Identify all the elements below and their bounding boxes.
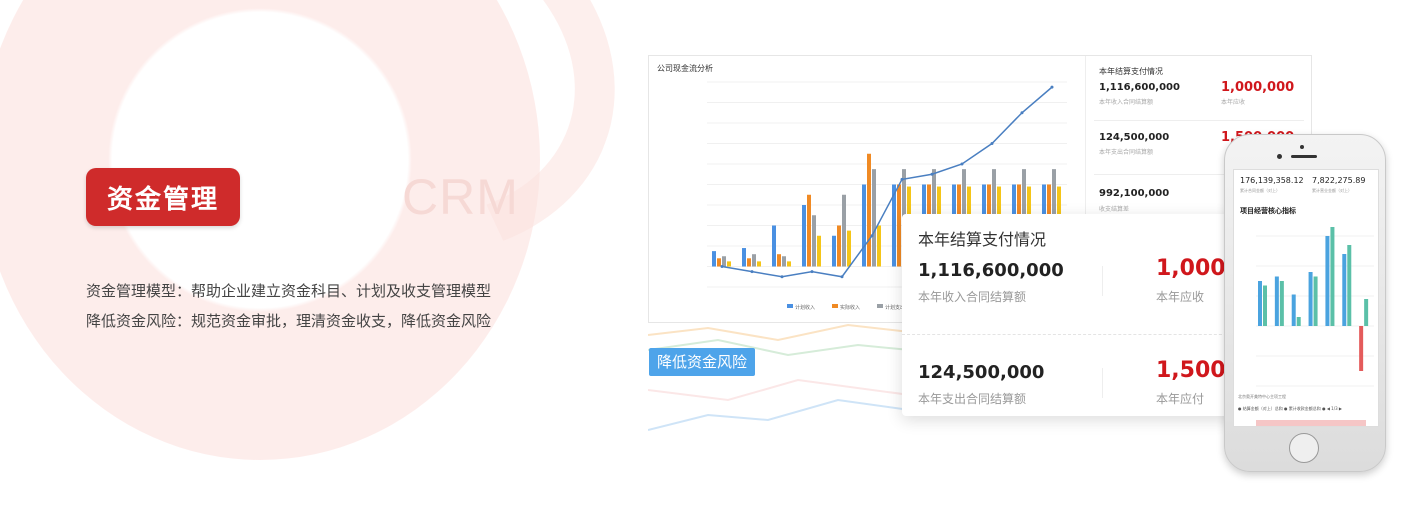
bar-计划支出 bbox=[722, 256, 726, 267]
stat-diff-label: 收支结算差 bbox=[1099, 206, 1130, 213]
phone-contract-value: 176,139,358.12 bbox=[1240, 176, 1304, 185]
phone-bar-结算金额（对上）总和 bbox=[1308, 272, 1313, 326]
legend-swatch bbox=[877, 304, 883, 308]
trend-point bbox=[810, 270, 814, 274]
legend-swatch bbox=[787, 304, 793, 308]
stat-expense-value: 124,500,000 bbox=[1099, 132, 1170, 143]
legend-label: 实际收入 bbox=[840, 304, 860, 311]
phone-chart bbox=[1256, 227, 1374, 387]
stat-diff-value: 992,100,000 bbox=[1099, 188, 1170, 199]
stat-income-value: 1,116,600,000 bbox=[1099, 82, 1180, 93]
phone-business-value: 7,822,275.89 bbox=[1312, 176, 1366, 185]
phone-chart-legend[interactable]: ● 结算金额（对上）总和 ● 累计收款金额总和 ● ◀ 1/3 ▶ bbox=[1238, 406, 1342, 412]
trend-point bbox=[780, 275, 784, 279]
phone-bar-累计收款金额总和 bbox=[1364, 299, 1369, 326]
bar-计划支出 bbox=[872, 169, 876, 267]
trend-point bbox=[900, 177, 904, 181]
phone-bar-结算金额（对上）总和 bbox=[1325, 236, 1330, 326]
bar-计划收入 bbox=[832, 235, 836, 267]
phone-bar-累计收款金额总和 bbox=[1279, 281, 1284, 326]
card-income-label: 本年收入合同结算额 bbox=[918, 290, 1027, 304]
bar-计划支出 bbox=[812, 215, 816, 267]
settlement-title: 本年结算支付情况 bbox=[1099, 67, 1163, 76]
phone-chart-caption: 北京奥开美特中心主项工程 bbox=[1238, 394, 1286, 399]
bar-实际收入 bbox=[777, 254, 781, 267]
phone-sensor-icon bbox=[1277, 154, 1282, 159]
trend-point bbox=[840, 275, 844, 279]
phone-contract-label: 累计合同金额（对上） bbox=[1240, 188, 1280, 193]
risk-tag: 降低资金风险 bbox=[649, 348, 756, 376]
desc-line-2: 降低资金风险：规范资金审批，理清资金收支，降低资金风险 bbox=[86, 312, 492, 330]
phone-bar-结算金额（对上）总和 bbox=[1258, 281, 1262, 326]
bar-实际支出 bbox=[817, 235, 821, 267]
phone-bar-累计收款金额总和 bbox=[1347, 245, 1352, 326]
stat-receivable-value: 1,000,000 bbox=[1221, 80, 1295, 95]
stat-expense-label: 本年支出合同结算额 bbox=[1099, 149, 1154, 156]
phone-bar-累计收款金额总和 bbox=[1263, 285, 1267, 326]
trend-point bbox=[1050, 85, 1054, 89]
stat-receivable-label: 本年应收 bbox=[1221, 99, 1246, 106]
phone-chart-title: 项目经营核心指标 bbox=[1240, 207, 1296, 215]
desc-line-1: 资金管理模型：帮助企业建立资金科目、计划及收支管理模型 bbox=[86, 282, 492, 300]
bar-计划支出 bbox=[782, 256, 786, 267]
phone-bar-累计收款金额总和 bbox=[1313, 276, 1318, 326]
bar-计划收入 bbox=[802, 205, 806, 267]
phone-bar-结算金额（对上）总和 bbox=[1359, 326, 1364, 371]
trend-point bbox=[720, 265, 724, 268]
bar-计划支出 bbox=[842, 194, 846, 267]
card-expense-label: 本年支出合同结算额 bbox=[918, 392, 1027, 406]
legend-swatch bbox=[832, 304, 838, 308]
bar-实际支出 bbox=[787, 261, 791, 267]
bar-计划收入 bbox=[862, 184, 866, 267]
trend-point bbox=[870, 234, 874, 238]
card-receivable-label: 本年应收 bbox=[1156, 290, 1205, 304]
phone-bar-结算金额（对上）总和 bbox=[1274, 276, 1279, 326]
bar-实际收入 bbox=[807, 194, 811, 267]
legend-label: 计划收入 bbox=[795, 304, 815, 311]
phone-business-label: 累计营业金额（对上） bbox=[1312, 188, 1352, 193]
phone-home-button[interactable] bbox=[1289, 433, 1319, 463]
section-description: 资金管理模型：帮助企业建立资金科目、计划及收支管理模型 降低资金风险：规范资金审… bbox=[86, 276, 491, 336]
card-expense-value: 124,500,000 bbox=[918, 362, 1045, 383]
crm-watermark: CRM bbox=[402, 169, 519, 225]
card-payable-label: 本年应付 bbox=[1156, 392, 1205, 406]
bar-实际支出 bbox=[757, 261, 761, 267]
card-divider bbox=[1102, 266, 1103, 296]
bar-实际支出 bbox=[727, 261, 731, 267]
bar-实际支出 bbox=[877, 225, 881, 267]
phone-screen: 176,139,358.12 累计合同金额（对上） 7,822,275.89 累… bbox=[1233, 169, 1379, 427]
phone-bar-结算金额（对上）总和 bbox=[1291, 294, 1296, 326]
phone-mockup: 176,139,358.12 累计合同金额（对上） 7,822,275.89 累… bbox=[1224, 134, 1386, 472]
trend-point bbox=[930, 172, 934, 176]
card-divider bbox=[1102, 368, 1103, 398]
card-dashed-divider bbox=[902, 334, 1242, 335]
stat-income-label: 本年收入合同结算额 bbox=[1099, 99, 1154, 106]
bar-实际收入 bbox=[717, 258, 721, 267]
section-title-badge: 资金管理 bbox=[86, 168, 240, 226]
bar-计划收入 bbox=[712, 251, 716, 267]
bar-计划支出 bbox=[752, 254, 756, 267]
bar-计划收入 bbox=[772, 225, 776, 267]
phone-bar-累计收款金额总和 bbox=[1296, 317, 1301, 326]
stat-divider bbox=[1094, 120, 1304, 121]
settlement-card: 本年结算支付情况 1,116,600,000 本年收入合同结算额 1,000,0… bbox=[902, 214, 1242, 416]
phone-camera-icon bbox=[1300, 145, 1304, 149]
phone-bar-结算金额（对上）总和 bbox=[1342, 254, 1347, 326]
bar-实际支出 bbox=[847, 230, 851, 267]
trend-point bbox=[990, 142, 994, 145]
bar-实际收入 bbox=[867, 153, 871, 267]
trend-point bbox=[1020, 111, 1024, 115]
bar-实际收入 bbox=[837, 225, 841, 267]
phone-speaker bbox=[1291, 155, 1317, 158]
card-income-value: 1,116,600,000 bbox=[918, 260, 1064, 281]
trend-point bbox=[750, 270, 754, 274]
phone-chart-scrollbar[interactable] bbox=[1256, 420, 1366, 426]
phone-bar-累计收款金额总和 bbox=[1330, 227, 1335, 326]
background-lines bbox=[648, 323, 910, 431]
trend-point bbox=[960, 162, 964, 166]
bar-计划收入 bbox=[742, 248, 746, 267]
bar-实际收入 bbox=[897, 184, 901, 267]
bar-实际收入 bbox=[747, 258, 751, 267]
card-title: 本年结算支付情况 bbox=[918, 230, 1047, 249]
